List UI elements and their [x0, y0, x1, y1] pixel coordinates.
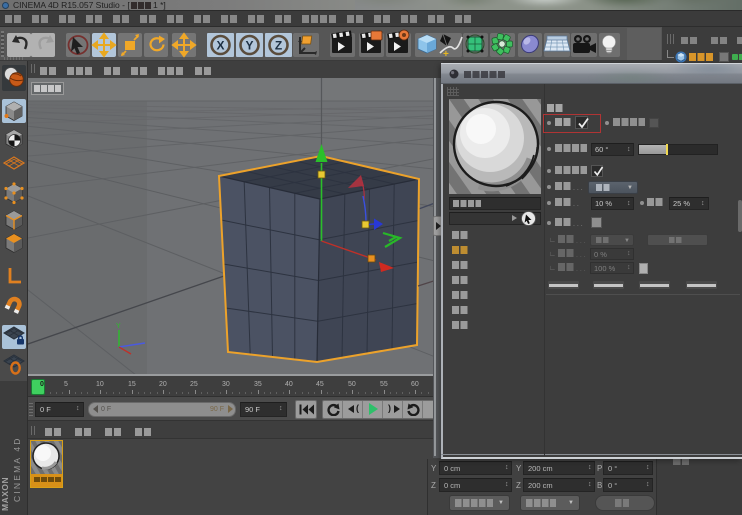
svg-text:Z: Z	[275, 39, 282, 53]
svg-text:Y: Y	[116, 323, 121, 330]
svg-text:X: X	[216, 39, 224, 53]
svg-text:Y: Y	[245, 39, 253, 53]
svg-text:+: +	[443, 49, 449, 60]
